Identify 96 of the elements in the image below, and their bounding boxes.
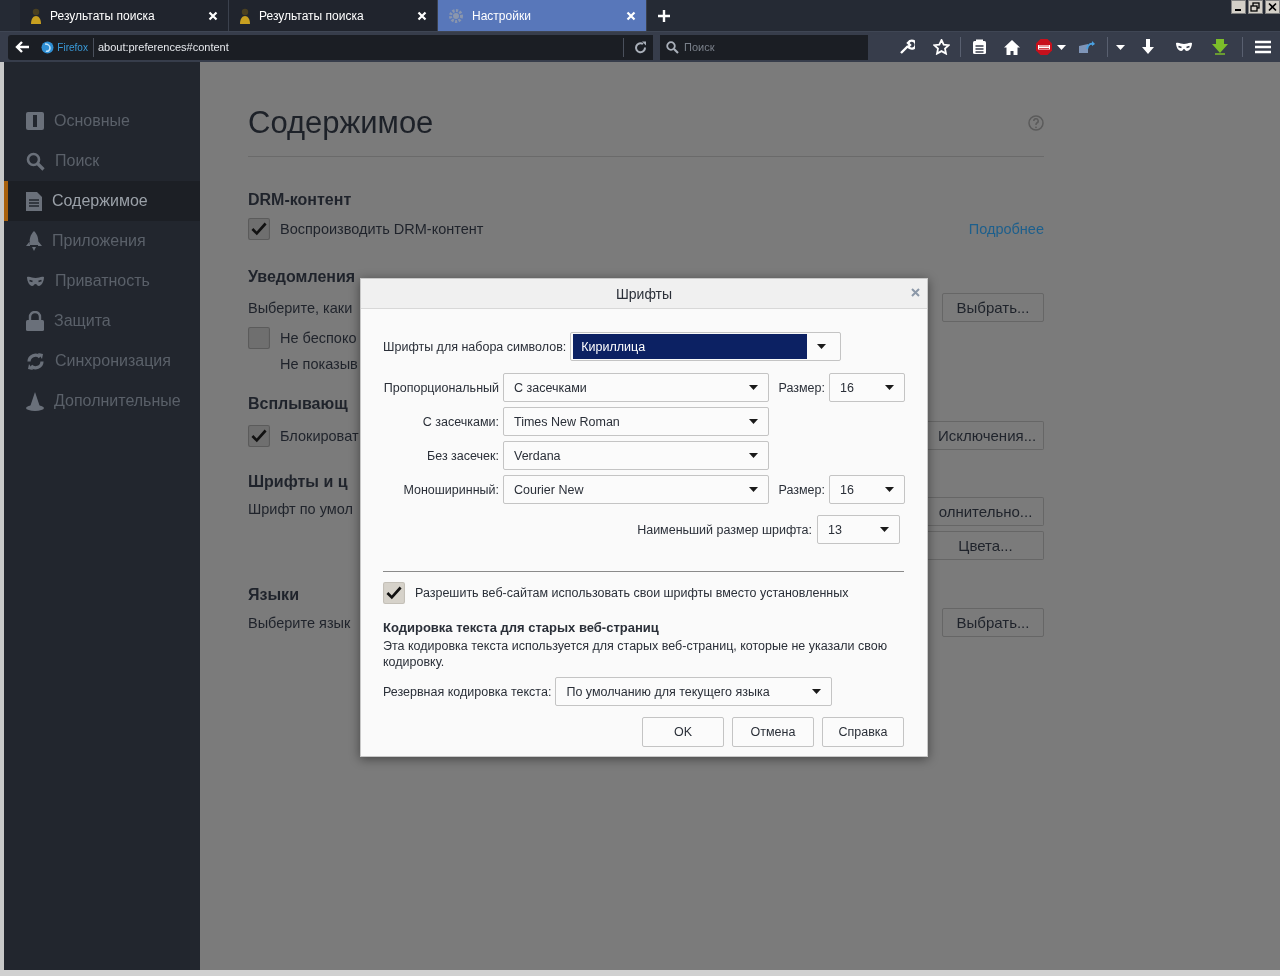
checkbox-label: Не беспоко: [280, 330, 357, 346]
section-text: Шрифт по умол: [248, 501, 353, 517]
caret-icon: [749, 453, 758, 458]
url-text: about:preferences#content: [97, 41, 230, 53]
checkbox-label: Воспроизводить DRM-контент: [280, 221, 484, 237]
field-label: Шрифты для набора символов:: [383, 339, 567, 354]
tab[interactable]: Результаты поиска: [229, 0, 438, 31]
caret-icon: [749, 385, 758, 390]
dialog-button[interactable]: OK: [642, 717, 724, 747]
checkbox-label: Разрешить веб-сайтам использовать свои шрифты вместо установленных: [415, 586, 849, 600]
checkbox[interactable]: [248, 218, 270, 240]
choose-button[interactable]: Выбрать...: [942, 608, 1044, 637]
rocket-icon: [26, 231, 42, 251]
back-button[interactable]: [8, 34, 36, 60]
checkbox[interactable]: [383, 582, 405, 604]
clipboard-icon[interactable]: [971, 39, 987, 55]
dialog-button[interactable]: Отмена: [732, 717, 814, 747]
field-label: С засечками:: [421, 414, 499, 429]
dialog-title: Шрифты: [615, 285, 673, 302]
choose-button[interactable]: Выбрать...: [942, 293, 1044, 322]
gear-icon: [448, 7, 464, 24]
font-settings-button[interactable]: олнительно...: [928, 497, 1044, 526]
field-label: Без засечек:: [426, 448, 499, 463]
section-heading: Кодировка текста для старых веб-страниц: [383, 620, 660, 635]
section-heading: Уведомления: [248, 267, 356, 287]
caret-icon: [885, 385, 894, 390]
checkbox-label: Блокироват: [280, 427, 359, 444]
section-heading: Шрифты и ц: [248, 472, 348, 492]
star-icon[interactable]: [932, 39, 950, 55]
font-dropdown[interactable]: Courier New: [503, 475, 769, 504]
caret-icon: [749, 487, 758, 492]
field-label: Размер:: [777, 482, 825, 497]
new-tab-icon[interactable]: [658, 9, 670, 22]
close-icon[interactable]: [1265, 0, 1280, 14]
field-label: Размер:: [777, 380, 825, 395]
search-icon: [26, 151, 45, 171]
address-bar[interactable]: Firefox about:preferences#content: [35, 34, 653, 60]
menu-icon[interactable]: [1255, 40, 1271, 54]
section-heading: Всплывающ: [248, 394, 348, 414]
wrench-icon[interactable]: [899, 39, 915, 55]
exceptions-button[interactable]: Исключения...: [928, 421, 1044, 450]
section-heading: DRM-контент: [248, 190, 352, 210]
field-label: Резервная кодировка текста:: [383, 684, 552, 699]
site-identity[interactable]: Firefox: [57, 41, 88, 53]
dialog-button[interactable]: Справка: [822, 717, 904, 747]
description-text: Эта кодировка текста используется для старых веб-страниц, которые не указали свою кодировку.: [383, 638, 889, 670]
download-icon[interactable]: [1141, 39, 1155, 55]
search-icon: [666, 40, 679, 54]
sync-icon: [26, 351, 45, 371]
adblock-icon[interactable]: [1034, 38, 1053, 56]
field-label: Пропорциональный: [383, 380, 499, 395]
switch-panel-icon: [26, 112, 44, 130]
checkbox[interactable]: [248, 424, 270, 447]
caret-icon: [1115, 44, 1125, 50]
wizard-hat-icon: [26, 391, 44, 411]
document-icon: [26, 191, 42, 211]
caret-icon: [880, 527, 889, 532]
search-field[interactable]: Поиск: [660, 34, 868, 60]
tab[interactable]: Настройки: [438, 0, 647, 31]
caret-icon: [812, 689, 822, 694]
field-label: Наименьший размер шрифта:: [637, 522, 812, 537]
restore-icon[interactable]: [1248, 0, 1263, 14]
checkbox-note: Не показыв: [279, 356, 359, 372]
download-tray-icon[interactable]: [1212, 39, 1228, 55]
back-icon[interactable]: [14, 41, 29, 53]
encoding-dropdown[interactable]: По умолчанию для текущего языка: [555, 677, 833, 706]
section-text: Выберите язык: [248, 614, 351, 631]
font-dropdown[interactable]: С засечками: [503, 373, 769, 402]
image-arrow-icon[interactable]: [1078, 39, 1096, 55]
caret-icon: [817, 344, 827, 349]
tab[interactable]: Результаты поиска: [20, 0, 229, 31]
caret-icon: [885, 487, 894, 492]
checkbox[interactable]: [248, 327, 270, 349]
charset-dropdown[interactable]: Кириллица: [570, 332, 842, 361]
font-dropdown[interactable]: Times New Roman: [503, 407, 769, 436]
size-dropdown[interactable]: 13: [817, 515, 900, 544]
firefox-globe-icon: [41, 40, 55, 54]
minimize-icon[interactable]: [1231, 0, 1246, 14]
mask-icon[interactable]: [1175, 42, 1193, 52]
section-heading: Языки: [248, 585, 299, 605]
font-dropdown[interactable]: Verdana: [503, 441, 769, 470]
figure-icon: [239, 7, 251, 24]
figure-icon: [30, 7, 42, 24]
field-label: Моноширинный:: [402, 482, 499, 497]
sidebar-item[interactable]: Содержимое: [4, 181, 200, 221]
section-text: Выберите, каки: [248, 299, 353, 316]
lock-icon: [26, 311, 44, 331]
caret-icon: [1056, 44, 1066, 50]
caret-icon: [749, 419, 758, 424]
page-title: Содержимое: [248, 104, 434, 141]
reload-icon[interactable]: [634, 40, 647, 54]
size-dropdown[interactable]: 16: [829, 373, 905, 402]
mask-icon: [26, 275, 45, 287]
home-icon[interactable]: [1004, 39, 1020, 55]
size-dropdown[interactable]: 16: [829, 475, 905, 504]
font-settings-button[interactable]: Цвета...: [928, 531, 1044, 560]
